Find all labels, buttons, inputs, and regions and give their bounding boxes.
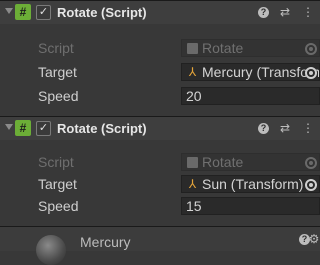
material-preview-sphere <box>36 235 66 265</box>
csharp-script-icon: # <box>15 4 31 20</box>
foldout-arrow-icon[interactable] <box>5 124 13 130</box>
material-name: Mercury <box>80 234 131 250</box>
speed-value: 20 <box>186 88 202 104</box>
csharp-script-icon: # <box>15 120 31 136</box>
transform-icon: ⅄ <box>188 177 197 191</box>
gear-icon[interactable]: ⚙ <box>306 231 320 247</box>
target-row: Target ⅄ Sun (Transform) <box>0 174 320 194</box>
script-label: Script <box>38 40 74 56</box>
speed-input[interactable]: 15 <box>181 197 320 215</box>
script-file-icon <box>187 157 198 168</box>
component-header[interactable]: # ✓ Rotate (Script) ? ⇄ ⋮ <box>0 116 320 140</box>
speed-row: Speed 20 <box>0 86 320 106</box>
material-header[interactable]: Mercury ? ⚙ <box>0 226 320 265</box>
component-title: Rotate (Script) <box>57 121 147 136</box>
script-row: Script Rotate <box>0 152 320 172</box>
context-menu-icon[interactable]: ⋮ <box>300 4 316 20</box>
speed-value: 15 <box>186 198 202 214</box>
object-picker-icon <box>305 157 317 169</box>
component-enabled-checkbox[interactable]: ✓ <box>36 121 51 136</box>
script-label: Script <box>38 154 74 170</box>
target-value: Sun (Transform) <box>202 176 304 192</box>
script-file-icon <box>187 43 198 54</box>
target-field[interactable]: ⅄ Sun (Transform) <box>181 175 320 193</box>
component-enabled-checkbox[interactable]: ✓ <box>36 5 51 20</box>
speed-row: Speed 15 <box>0 196 320 216</box>
presets-icon[interactable]: ⇄ <box>277 4 293 20</box>
target-label: Target <box>38 64 77 80</box>
script-field: Rotate <box>181 153 320 171</box>
speed-input[interactable]: 20 <box>181 87 320 105</box>
object-picker-icon[interactable] <box>305 179 317 191</box>
script-row: Script Rotate <box>0 38 320 58</box>
target-row: Target ⅄ Mercury (Transform) <box>0 62 320 82</box>
foldout-arrow-icon[interactable] <box>5 8 13 14</box>
help-icon[interactable]: ? <box>258 123 269 134</box>
target-field[interactable]: ⅄ Mercury (Transform) <box>181 63 320 81</box>
component-header[interactable]: # ✓ Rotate (Script) ? ⇄ ⋮ <box>0 0 320 24</box>
speed-label[interactable]: Speed <box>38 198 78 214</box>
script-field: Rotate <box>181 39 320 57</box>
component-title: Rotate (Script) <box>57 5 147 20</box>
target-value: Mercury (Transform) <box>202 64 320 80</box>
object-picker-icon[interactable] <box>305 67 317 79</box>
context-menu-icon[interactable]: ⋮ <box>300 120 316 136</box>
speed-label[interactable]: Speed <box>38 88 78 104</box>
presets-icon[interactable]: ⇄ <box>277 120 293 136</box>
target-label: Target <box>38 176 77 192</box>
script-value: Rotate <box>202 154 244 170</box>
help-icon[interactable]: ? <box>258 7 269 18</box>
script-value: Rotate <box>202 40 244 56</box>
transform-icon: ⅄ <box>188 65 197 79</box>
object-picker-icon <box>305 43 317 55</box>
